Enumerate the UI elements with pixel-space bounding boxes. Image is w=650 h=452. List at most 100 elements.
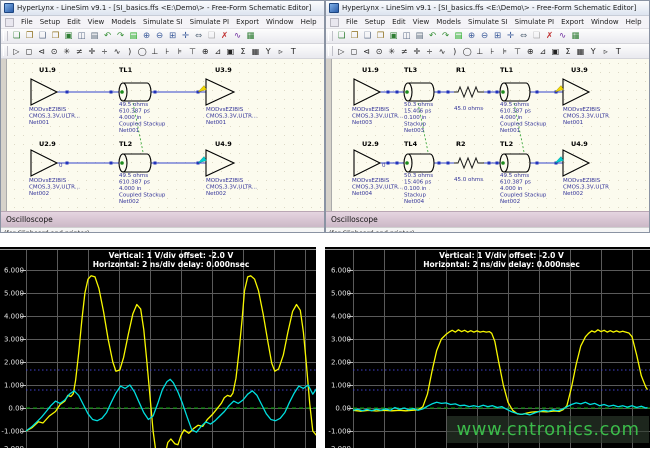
junction-dot[interactable] bbox=[447, 91, 450, 94]
add-stimulus-icon[interactable]: ✳ bbox=[60, 45, 73, 58]
receiver-symbol-U3.9[interactable] bbox=[206, 79, 234, 105]
redo-icon[interactable]: ↷ bbox=[439, 30, 452, 43]
zoom-out-icon[interactable]: ⊖ bbox=[153, 30, 166, 43]
zoom-fit-icon[interactable]: ⊞ bbox=[491, 30, 504, 43]
refdes-label[interactable]: U3.9 bbox=[571, 66, 588, 74]
add-buffer-icon[interactable]: ⊲ bbox=[35, 45, 48, 58]
refdes-label[interactable]: R2 bbox=[456, 140, 466, 148]
refdes-label[interactable]: TL4 bbox=[404, 140, 418, 148]
junction-dot[interactable] bbox=[154, 162, 157, 165]
zoom-out-icon[interactable]: ⊖ bbox=[478, 30, 491, 43]
pan-icon[interactable]: ✛ bbox=[504, 30, 517, 43]
add-text-icon[interactable]: T bbox=[612, 45, 625, 58]
add-diode-icon[interactable]: ⊿ bbox=[537, 45, 550, 58]
junction-dot[interactable] bbox=[536, 162, 539, 165]
refdes-label[interactable]: U2.9 bbox=[362, 140, 379, 148]
eraser-icon[interactable]: ✗ bbox=[218, 30, 231, 43]
export-file-icon[interactable]: ❑ bbox=[361, 30, 374, 43]
save-file-icon[interactable]: ▣ bbox=[62, 30, 75, 43]
menu-item[interactable]: Edit bbox=[392, 18, 406, 26]
open-file-icon[interactable]: ❐ bbox=[23, 30, 36, 43]
copy-icon[interactable]: ◫ bbox=[75, 30, 88, 43]
add-ic-icon[interactable]: ⊙ bbox=[48, 45, 61, 58]
add-inductor-icon[interactable]: ∿ bbox=[436, 45, 449, 58]
pointer-icon[interactable]: ▷ bbox=[10, 45, 23, 58]
pan-icon[interactable]: ✛ bbox=[179, 30, 192, 43]
menu-item[interactable]: Help bbox=[301, 18, 317, 26]
resistor-symbol-R2[interactable] bbox=[454, 158, 484, 168]
junction-dot[interactable] bbox=[447, 162, 450, 165]
refdes-label[interactable]: U3.9 bbox=[215, 66, 232, 74]
resistor-symbol-R1[interactable] bbox=[454, 87, 484, 97]
yellow-probe-arrow[interactable] bbox=[198, 86, 207, 93]
menu-item[interactable]: Export bbox=[236, 18, 259, 26]
refdes-label[interactable]: U4.9 bbox=[571, 140, 588, 148]
add-ibis-model-icon[interactable]: ▣ bbox=[549, 45, 562, 58]
receiver-symbol-U4.9[interactable] bbox=[563, 150, 589, 176]
copy-icon[interactable]: ◫ bbox=[400, 30, 413, 43]
measure-icon[interactable]: ⇔ bbox=[192, 30, 205, 43]
junction-dot[interactable] bbox=[387, 91, 390, 94]
refdes-label[interactable]: TL1 bbox=[500, 66, 514, 74]
menu-item[interactable]: Models bbox=[436, 18, 461, 26]
zoom-in-icon[interactable]: ⊕ bbox=[465, 30, 478, 43]
redo-icon[interactable]: ↷ bbox=[114, 30, 127, 43]
driver-symbol-U1.9[interactable] bbox=[354, 79, 380, 105]
toolbar-grip[interactable] bbox=[328, 46, 333, 56]
add-via-icon[interactable]: ◯ bbox=[461, 45, 474, 58]
waveform-recorder-icon[interactable]: ∿ bbox=[231, 30, 244, 43]
junction-dot[interactable] bbox=[396, 91, 399, 94]
junction-dot[interactable] bbox=[396, 162, 399, 165]
menu-item[interactable]: Setup bbox=[40, 18, 60, 26]
add-inductor-icon[interactable]: ∿ bbox=[111, 45, 124, 58]
open-folder-icon[interactable]: ❒ bbox=[49, 30, 62, 43]
add-connector-icon[interactable]: ) bbox=[448, 45, 461, 58]
menu-item[interactable]: Edit bbox=[67, 18, 81, 26]
add-connector-icon[interactable]: ) bbox=[123, 45, 136, 58]
open-folder-icon[interactable]: ❒ bbox=[374, 30, 387, 43]
add-ground-icon[interactable]: ⊤ bbox=[511, 45, 524, 58]
stackup-editor-icon[interactable]: ▤ bbox=[452, 30, 465, 43]
add-ibis-model-icon[interactable]: ▣ bbox=[224, 45, 237, 58]
undo-icon[interactable]: ↶ bbox=[426, 30, 439, 43]
add-resistor-pulldown-icon[interactable]: ÷ bbox=[423, 45, 436, 58]
oscilloscope-panel-bar[interactable]: Oscilloscope bbox=[1, 211, 324, 227]
driver-symbol-U2.9[interactable] bbox=[354, 150, 380, 176]
waveform-recorder-icon[interactable]: ∿ bbox=[556, 30, 569, 43]
schematic-canvas[interactable]: U1.9 TL1 U3.9 MODvsEZIBIS CMOS,3.3V,ULTR… bbox=[1, 59, 324, 211]
junction-dot[interactable] bbox=[488, 162, 491, 165]
menu-item[interactable]: Setup bbox=[365, 18, 385, 26]
menu-item[interactable]: File bbox=[346, 18, 358, 26]
add-ground-icon[interactable]: ⊤ bbox=[186, 45, 199, 58]
menu-item[interactable]: Simulate SI bbox=[468, 18, 508, 26]
junction-dot[interactable] bbox=[536, 91, 539, 94]
add-probe-icon[interactable]: ▹ bbox=[274, 45, 287, 58]
menu-item[interactable]: View bbox=[413, 18, 430, 26]
refdes-label[interactable]: U4.9 bbox=[215, 140, 232, 148]
blank-sheet-icon[interactable]: ❏ bbox=[205, 30, 218, 43]
add-capacitor-icon[interactable]: ≠ bbox=[398, 45, 411, 58]
schematic-canvas[interactable]: U1.9 TL3 R1 TL1 U3.9 MODvsEZIBIS CMOS,3.… bbox=[326, 59, 649, 211]
menu-item[interactable]: Simulate SI bbox=[143, 18, 183, 26]
save-file-icon[interactable]: ▣ bbox=[387, 30, 400, 43]
add-capacitor-icon[interactable]: ≠ bbox=[73, 45, 86, 58]
new-file-icon[interactable]: ❏ bbox=[10, 30, 23, 43]
refdes-label[interactable]: TL1 bbox=[119, 66, 133, 74]
print-icon[interactable]: ▤ bbox=[413, 30, 426, 43]
driver-symbol-U1.9[interactable] bbox=[31, 79, 57, 105]
refdes-label[interactable]: U2.9 bbox=[39, 140, 56, 148]
add-resistor-pullup-icon[interactable]: ✛ bbox=[86, 45, 99, 58]
add-probe-icon[interactable]: ▹ bbox=[599, 45, 612, 58]
title-bar[interactable]: HyperLynx - LineSim v9.1 - [SI_basics.ff… bbox=[1, 1, 324, 16]
zoom-in-icon[interactable]: ⊕ bbox=[140, 30, 153, 43]
board-view-icon[interactable]: ▦ bbox=[244, 30, 257, 43]
new-file-icon[interactable]: ❏ bbox=[335, 30, 348, 43]
undo-icon[interactable]: ↶ bbox=[101, 30, 114, 43]
refdes-label[interactable]: R1 bbox=[456, 66, 466, 74]
junction-dot[interactable] bbox=[488, 91, 491, 94]
add-stimulus-icon[interactable]: ✳ bbox=[385, 45, 398, 58]
junction-dot[interactable] bbox=[496, 91, 499, 94]
junction-dot[interactable] bbox=[110, 162, 113, 165]
add-diff-term-icon[interactable]: ⊧ bbox=[174, 45, 187, 58]
junction-dot[interactable] bbox=[66, 162, 69, 165]
